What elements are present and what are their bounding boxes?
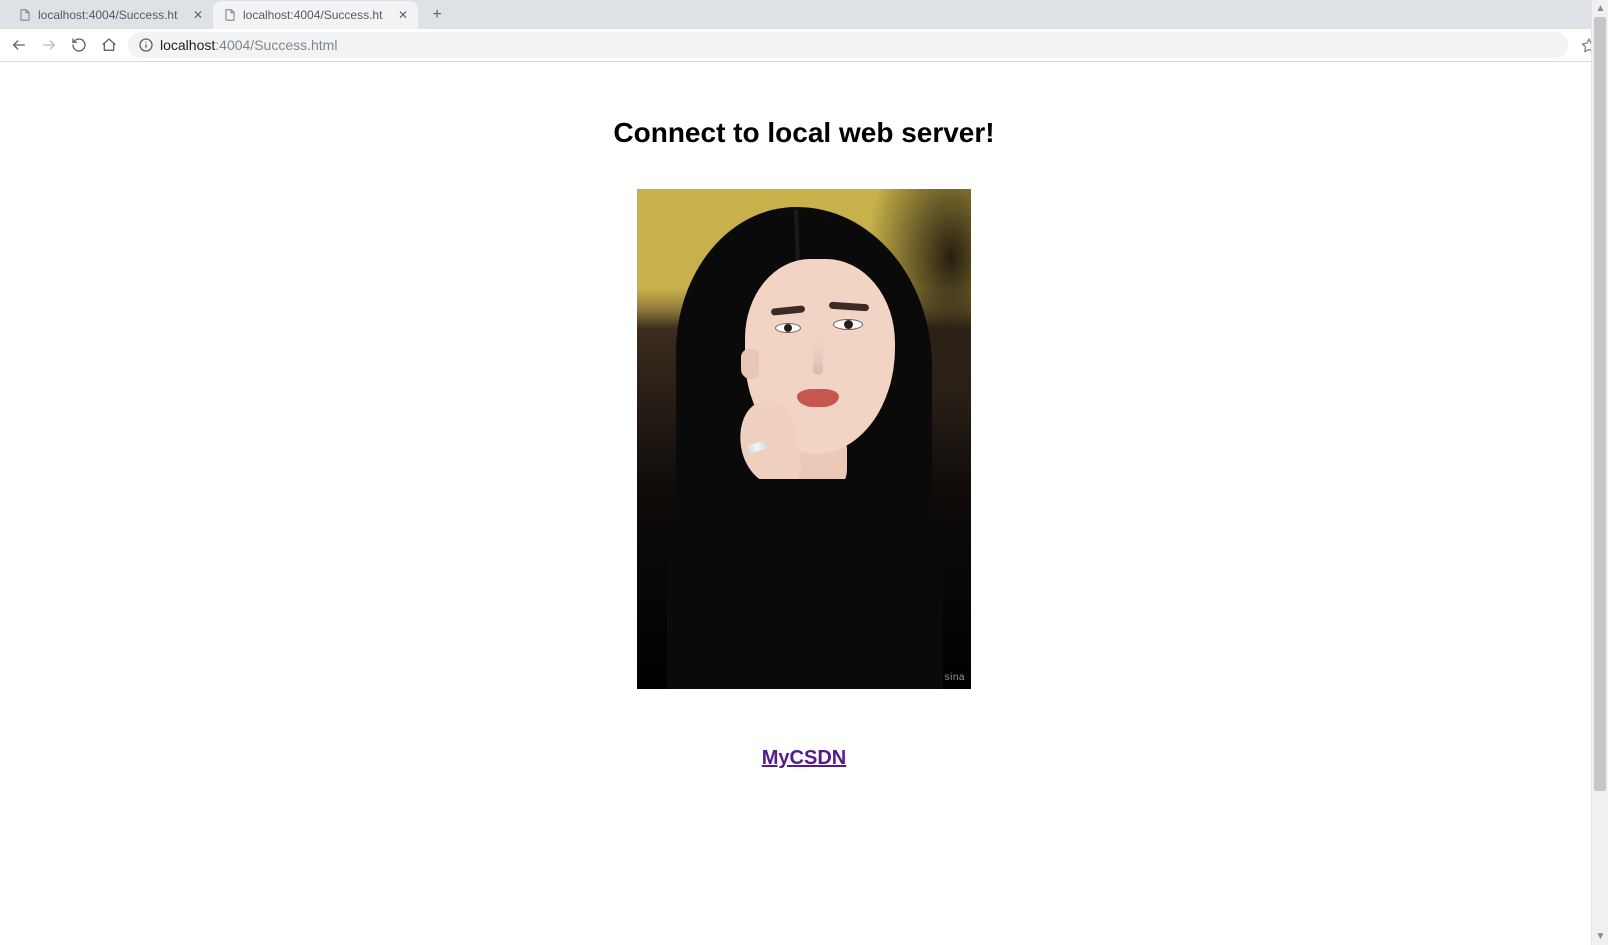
- forward-button[interactable]: [36, 32, 62, 58]
- url-path: :4004/Success.html: [215, 37, 337, 53]
- url-host: localhost: [160, 37, 215, 53]
- tab-bar: localhost:4004/Success.ht ✕ localhost:40…: [0, 0, 1608, 29]
- link-wrap: MyCSDN: [0, 747, 1608, 770]
- image-watermark: sina: [945, 672, 965, 683]
- address-bar[interactable]: localhost:4004/Success.html: [128, 32, 1568, 58]
- tab-title: localhost:4004/Success.ht: [243, 8, 390, 22]
- page-heading: Connect to local web server!: [0, 117, 1608, 149]
- browser-chrome: localhost:4004/Success.ht ✕ localhost:40…: [0, 0, 1608, 62]
- toolbar: localhost:4004/Success.html: [0, 29, 1608, 62]
- tab-title: localhost:4004/Success.ht: [38, 8, 185, 22]
- tab-inactive-0[interactable]: localhost:4004/Success.ht ✕: [8, 1, 213, 29]
- close-icon[interactable]: ✕: [396, 8, 410, 22]
- reload-button[interactable]: [66, 32, 92, 58]
- info-icon[interactable]: [138, 37, 154, 53]
- page-viewport: Connect to local web server! sina MyCSDN: [0, 62, 1608, 770]
- scroll-up-arrow-icon[interactable]: ▲: [1592, 0, 1608, 17]
- scroll-thumb[interactable]: [1594, 17, 1606, 791]
- mycsdn-link[interactable]: MyCSDN: [762, 747, 846, 769]
- home-button[interactable]: [96, 32, 122, 58]
- new-tab-button[interactable]: +: [424, 2, 450, 28]
- file-icon: [223, 8, 237, 22]
- hero-image: sina: [637, 189, 971, 689]
- url-text: localhost:4004/Success.html: [160, 37, 337, 53]
- close-icon[interactable]: ✕: [191, 8, 205, 22]
- vertical-scrollbar[interactable]: ▲ ▼: [1591, 0, 1608, 945]
- back-button[interactable]: [6, 32, 32, 58]
- scroll-track[interactable]: [1592, 17, 1608, 928]
- scroll-down-arrow-icon[interactable]: ▼: [1592, 928, 1608, 945]
- tab-active-1[interactable]: localhost:4004/Success.ht ✕: [213, 1, 418, 29]
- file-icon: [18, 8, 32, 22]
- content: Connect to local web server! sina MyCSDN: [0, 62, 1608, 770]
